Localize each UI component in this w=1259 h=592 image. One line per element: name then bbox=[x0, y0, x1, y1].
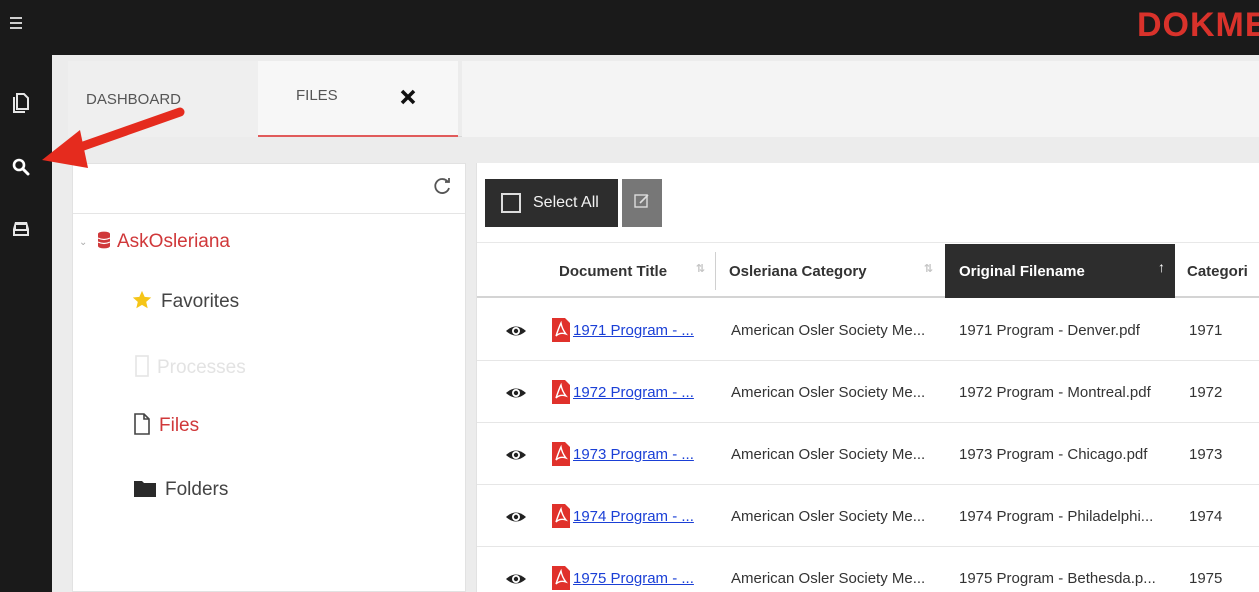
pdf-icon bbox=[551, 379, 571, 405]
tab-files[interactable]: FILES bbox=[258, 61, 458, 137]
column-header-original-filename[interactable]: Original Filename ↑ bbox=[945, 244, 1175, 298]
tree-item-folders[interactable]: Folders bbox=[133, 476, 228, 504]
tab-files-label: FILES bbox=[296, 87, 338, 104]
categories-cell: 1975 bbox=[1189, 570, 1223, 587]
table-row[interactable]: 1971 Program - ... American Osler Society… bbox=[477, 300, 1259, 361]
app-logo: DOKME bbox=[1129, 0, 1259, 55]
tree-item-label: Folders bbox=[165, 479, 229, 500]
eye-icon[interactable] bbox=[505, 320, 527, 342]
table-row[interactable]: 1974 Program - ... American Osler Society… bbox=[477, 486, 1259, 547]
tab-strip: DASHBOARD FILES bbox=[68, 55, 1259, 137]
edit-icon bbox=[634, 193, 650, 214]
sort-ascending-icon: ↑ bbox=[1158, 259, 1165, 275]
file-icon bbox=[135, 354, 149, 382]
categories-cell: 1972 bbox=[1189, 384, 1223, 401]
tree-item-label: Processes bbox=[157, 357, 246, 378]
file-grid: Select All Document Title ⇅ Osleriana Ca… bbox=[476, 163, 1259, 592]
folder-icon bbox=[133, 478, 157, 503]
category-cell: American Osler Society Me... bbox=[731, 384, 926, 401]
column-header-label: Document Title bbox=[559, 262, 668, 280]
eye-icon[interactable] bbox=[505, 444, 527, 466]
document-title-link[interactable]: 1972 Program - ... bbox=[573, 362, 694, 423]
filename-cell: 1973 Program - Chicago.pdf bbox=[959, 446, 1148, 463]
categories-cell: 1973 bbox=[1189, 446, 1223, 463]
tree-root-askosleriana[interactable]: ⌄ AskOsleriana bbox=[79, 230, 230, 254]
eye-icon[interactable] bbox=[505, 382, 527, 404]
edit-button[interactable] bbox=[622, 179, 662, 227]
column-header-osleriana-category[interactable]: Osleriana Category ⇅ bbox=[715, 244, 943, 298]
document-title-link[interactable]: 1974 Program - ... bbox=[573, 486, 694, 547]
tree-item-label: Files bbox=[159, 415, 200, 436]
pdf-icon bbox=[551, 441, 571, 467]
tree-item-processes[interactable]: Processes bbox=[135, 354, 246, 382]
select-all-button[interactable]: Select All bbox=[485, 179, 618, 227]
table-row[interactable]: 1975 Program - ... American Osler Society… bbox=[477, 548, 1259, 592]
main-area: DASHBOARD FILES ⌄ AskOsleriana Favorites… bbox=[52, 55, 1259, 592]
column-header-categories[interactable]: Categori bbox=[1177, 244, 1259, 298]
column-header-document-title[interactable]: Document Title ⇅ bbox=[545, 244, 715, 298]
pdf-icon bbox=[551, 317, 571, 343]
grid-toolbar: Select All bbox=[477, 163, 1259, 243]
tree-item-favorites[interactable]: Favorites bbox=[131, 288, 239, 316]
category-cell: American Osler Society Me... bbox=[731, 322, 926, 339]
tab-strip-empty bbox=[462, 61, 1259, 137]
filename-cell: 1975 Program - Bethesda.p... bbox=[959, 570, 1156, 587]
filename-cell: 1974 Program - Philadelphi... bbox=[959, 508, 1154, 525]
refresh-icon[interactable] bbox=[431, 176, 453, 198]
tree-root-label: AskOsleriana bbox=[117, 231, 230, 252]
close-icon[interactable] bbox=[396, 85, 420, 109]
pdf-icon bbox=[551, 565, 571, 591]
pdf-icon bbox=[551, 503, 571, 529]
categories-cell: 1974 bbox=[1189, 508, 1223, 525]
annotation-arrow bbox=[42, 107, 185, 168]
tree-panel: ⌄ AskOsleriana Favorites Processes Files… bbox=[72, 163, 466, 592]
database-icon bbox=[97, 231, 111, 254]
table-row[interactable]: 1973 Program - ... American Osler Society… bbox=[477, 424, 1259, 485]
checkbox-icon bbox=[501, 193, 521, 213]
categories-cell: 1971 bbox=[1189, 322, 1223, 339]
category-cell: American Osler Society Me... bbox=[731, 508, 926, 525]
logo-text: DOKME bbox=[1137, 6, 1259, 44]
chevron-down-icon[interactable]: ⌄ bbox=[79, 237, 97, 248]
document-title-link[interactable]: 1971 Program - ... bbox=[573, 300, 694, 361]
document-title-link[interactable]: 1975 Program - ... bbox=[573, 548, 694, 592]
star-icon bbox=[131, 289, 153, 316]
filename-cell: 1971 Program - Denver.pdf bbox=[959, 322, 1140, 339]
category-cell: American Osler Society Me... bbox=[731, 446, 926, 463]
category-cell: American Osler Society Me... bbox=[731, 570, 926, 587]
select-all-label: Select All bbox=[533, 194, 599, 211]
filename-cell: 1972 Program - Montreal.pdf bbox=[959, 384, 1151, 401]
eye-icon[interactable] bbox=[505, 506, 527, 528]
column-header-label: Categori bbox=[1187, 262, 1248, 280]
inbox-icon[interactable] bbox=[8, 215, 34, 243]
sort-icon: ⇅ bbox=[923, 263, 933, 275]
table-header: Document Title ⇅ Osleriana Category ⇅ Or… bbox=[477, 244, 1259, 298]
column-header-label: Original Filename bbox=[959, 262, 1085, 280]
tree-item-files[interactable]: Files bbox=[133, 412, 199, 440]
column-header-label: Osleriana Category bbox=[729, 262, 867, 280]
tree-item-label: Favorites bbox=[161, 291, 240, 312]
sort-icon: ⇅ bbox=[695, 263, 705, 275]
file-outline-icon bbox=[133, 412, 151, 440]
eye-icon[interactable] bbox=[505, 568, 527, 590]
table-row[interactable]: 1972 Program - ... American Osler Society… bbox=[477, 362, 1259, 423]
document-title-link[interactable]: 1973 Program - ... bbox=[573, 424, 694, 485]
